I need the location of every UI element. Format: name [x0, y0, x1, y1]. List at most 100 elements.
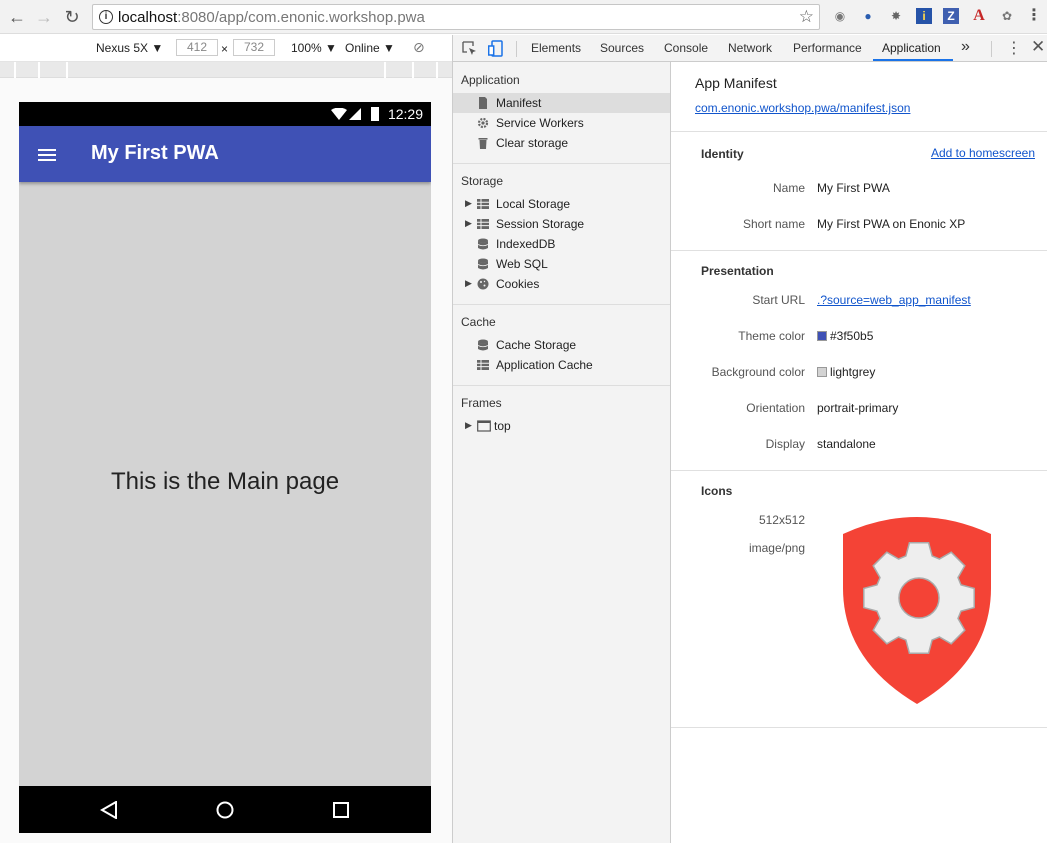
tab-performance[interactable]: Performance	[793, 41, 862, 55]
start-url-link[interactable]: .?source=web_app_manifest	[817, 293, 971, 307]
browser-toolbar: ← → ↻ i localhost:8080/app/com.enonic.wo…	[0, 0, 1047, 34]
sidebar-header-frames: Frames	[461, 396, 502, 410]
info-icon[interactable]: i	[99, 10, 113, 24]
inspect-element-icon[interactable]	[462, 41, 477, 56]
gear-icon	[477, 117, 489, 129]
display-label: Display	[765, 437, 805, 451]
icon-size: 512x512	[758, 513, 805, 527]
film-icon[interactable]: ✿	[999, 8, 1015, 24]
orientation-label: Orientation	[746, 401, 805, 415]
hamburger-menu-icon[interactable]	[38, 149, 56, 161]
sidebar-item-cache-storage[interactable]: Cache Storage	[453, 335, 670, 355]
section-icons: Icons	[701, 484, 733, 498]
extension-i-icon[interactable]: i	[916, 8, 932, 24]
expand-arrow-icon[interactable]: ▶	[465, 420, 472, 431]
extension-a-icon[interactable]: A	[971, 8, 987, 24]
sidebar-item-service-workers[interactable]: Service Workers	[453, 113, 670, 133]
nav-home-icon[interactable]	[216, 801, 234, 819]
file-icon	[479, 97, 487, 109]
sidebar-header-storage: Storage	[461, 174, 504, 188]
start-url-label: Start URL	[752, 293, 805, 307]
tab-console[interactable]: Console	[664, 41, 708, 55]
short-name-label: Short name	[742, 217, 805, 231]
more-tabs-icon[interactable]: »	[961, 38, 970, 56]
database-icon	[477, 238, 489, 250]
extension-z-icon[interactable]: Z	[943, 8, 959, 24]
device-toolbar: Nexus 5X ▼ 412 × 732 100% ▼ Online ▼ ⊘	[0, 35, 452, 62]
devtools-menu-icon[interactable]: ⋮	[1006, 38, 1022, 58]
forward-arrow-icon[interactable]: →	[33, 6, 55, 28]
sidebar-item-cookies[interactable]: ▶ Cookies	[453, 274, 670, 294]
zoom-select[interactable]: 100% ▼	[291, 41, 337, 55]
short-name-value: My First PWA on Enonic XP	[817, 217, 966, 231]
nav-back-icon[interactable]	[100, 801, 118, 819]
tab-application[interactable]: Application	[882, 41, 941, 55]
section-presentation: Presentation	[701, 264, 774, 278]
sidebar-item-web-sql[interactable]: Web SQL	[453, 254, 670, 274]
dimension-times: ×	[221, 42, 229, 56]
bug-icon[interactable]: ✸	[888, 8, 904, 24]
phone-nav-bar	[19, 786, 431, 833]
reload-icon[interactable]: ↻	[61, 6, 83, 28]
grid-icon	[477, 360, 489, 370]
sidebar-item-manifest[interactable]: Manifest	[453, 93, 670, 113]
database-icon	[477, 339, 489, 351]
back-arrow-icon[interactable]: ←	[6, 6, 28, 28]
bookmark-star-icon[interactable]: ☆	[799, 7, 814, 27]
background-color-label: Background color	[711, 365, 805, 379]
trash-icon	[478, 138, 488, 149]
application-sidebar: Application Manifest Service Workers Cle…	[453, 62, 671, 843]
nav-recents-icon[interactable]	[333, 802, 349, 818]
sidebar-item-local-storage[interactable]: ▶ Local Storage	[453, 194, 670, 214]
expand-arrow-icon[interactable]: ▶	[465, 278, 472, 289]
device-height-input[interactable]: 732	[233, 39, 275, 56]
sidebar-header-application: Application	[461, 73, 520, 87]
theme-color-value: #3f50b5	[817, 329, 873, 343]
section-identity: Identity	[701, 147, 744, 161]
name-value: My First PWA	[817, 181, 890, 195]
add-to-homescreen-link[interactable]: Add to homescreen	[931, 146, 1035, 160]
expand-arrow-icon[interactable]: ▶	[465, 198, 472, 209]
active-tab-indicator	[873, 59, 953, 61]
grid-icon	[477, 219, 489, 229]
address-bar[interactable]: i localhost:8080/app/com.enonic.workshop…	[92, 4, 820, 30]
tab-network[interactable]: Network	[728, 41, 772, 55]
tab-sources[interactable]: Sources	[600, 41, 644, 55]
tab-elements[interactable]: Elements	[531, 41, 581, 55]
main-page-text: This is the Main page	[110, 468, 340, 495]
globe-icon[interactable]: ●	[860, 8, 876, 24]
sidebar-item-frame-top[interactable]: ▶ top	[453, 416, 670, 436]
display-value: standalone	[817, 437, 876, 451]
manifest-title: App Manifest	[695, 75, 777, 91]
manifest-link[interactable]: com.enonic.workshop.pwa/manifest.json	[695, 101, 910, 115]
background-color-swatch	[817, 367, 827, 377]
app-bar: My First PWA	[19, 126, 431, 182]
phone-screen: 12:29 My First PWA This is the Main page	[19, 102, 431, 833]
expand-arrow-icon[interactable]: ▶	[465, 218, 472, 229]
media-query-ruler	[0, 62, 452, 78]
close-devtools-icon[interactable]: ✕	[1031, 37, 1045, 57]
manifest-panel: App Manifest com.enonic.workshop.pwa/man…	[671, 62, 1047, 843]
camera-icon[interactable]: ◉	[832, 8, 848, 24]
app-title: My First PWA	[91, 142, 219, 164]
devtools-tab-bar: Elements Sources Console Network Perform…	[453, 35, 1047, 62]
phone-status-bar: 12:29	[19, 102, 431, 126]
sidebar-item-session-storage[interactable]: ▶ Session Storage	[453, 214, 670, 234]
menu-dots-icon[interactable]: ⋮	[1026, 8, 1042, 24]
background-color-value: lightgrey	[817, 365, 875, 379]
address-url: localhost:8080/app/com.enonic.workshop.p…	[118, 9, 425, 26]
status-time: 12:29	[387, 106, 423, 122]
cookie-icon	[477, 278, 489, 290]
device-toggle-icon[interactable]	[488, 40, 503, 57]
device-select[interactable]: Nexus 5X ▼	[96, 41, 163, 55]
icon-type: image/png	[748, 541, 805, 555]
database-icon	[477, 258, 489, 270]
network-select[interactable]: Online ▼	[345, 41, 395, 55]
sidebar-item-clear-storage[interactable]: Clear storage	[453, 133, 670, 153]
device-width-input[interactable]: 412	[176, 39, 218, 56]
sidebar-item-indexeddb[interactable]: IndexedDB	[453, 234, 670, 254]
theme-color-swatch	[817, 331, 827, 341]
sidebar-item-application-cache[interactable]: Application Cache	[453, 355, 670, 375]
orientation-value: portrait-primary	[817, 401, 899, 415]
rotate-icon[interactable]: ⊘	[413, 39, 425, 56]
